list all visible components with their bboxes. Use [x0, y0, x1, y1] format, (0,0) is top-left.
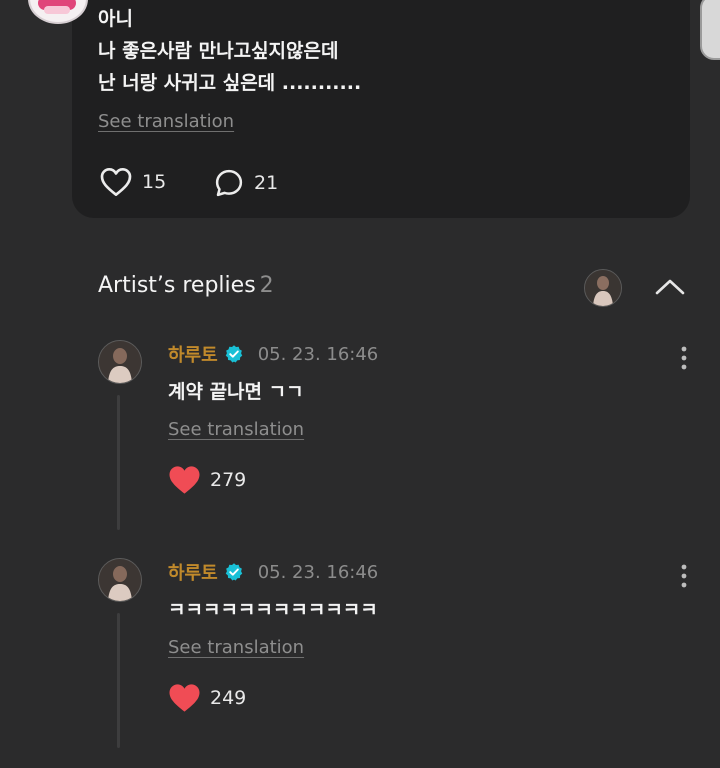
chevron-up-icon — [655, 279, 685, 295]
thread-line — [117, 613, 120, 748]
post-line: 아니 — [98, 8, 133, 30]
more-vertical-icon — [681, 346, 687, 370]
verified-badge-icon — [225, 563, 242, 581]
artist-replies-header: Artist’s replies 2 — [98, 273, 274, 298]
heart-outline-icon — [100, 168, 132, 197]
post-like-count: 15 — [142, 171, 167, 193]
reply-like-count: 249 — [210, 687, 247, 709]
reply-text: 계약 끝나면 ㄱㄱ — [168, 381, 304, 403]
reply-more-button[interactable] — [674, 344, 694, 372]
avatar-graphic-detail — [44, 6, 70, 14]
thread-line — [117, 395, 120, 530]
post-line: 나 좋은사람 만나고싶지않은데 — [98, 40, 339, 62]
reply-author-avatar[interactable] — [98, 558, 142, 602]
reply-see-translation-link[interactable]: See translation — [168, 637, 304, 658]
post-comment-button[interactable]: 21 — [214, 168, 278, 198]
artist-replies-count: 2 — [259, 273, 274, 298]
post-like-button[interactable]: 15 — [100, 167, 166, 197]
comment-bubble-icon — [215, 169, 243, 197]
artist-reply: 하루토 05. 23. 16:46 계약 끝나면 ㄱㄱ See translat… — [0, 340, 720, 550]
verified-badge-icon — [225, 345, 242, 363]
reply-like-count: 279 — [210, 469, 247, 491]
artist-replies-title: Artist’s replies — [98, 273, 256, 298]
reply-author-avatar[interactable] — [98, 340, 142, 384]
post-line: 난 너랑 사귀고 싶은데 ........... — [98, 72, 362, 94]
more-vertical-icon — [681, 564, 687, 588]
avatar-graphic — [99, 341, 141, 383]
reply-see-translation-link[interactable]: See translation — [168, 419, 304, 440]
side-avatar[interactable] — [700, 0, 720, 60]
artist-reply: 하루토 05. 23. 16:46 ㅋㅋㅋㅋㅋㅋㅋㅋㅋㅋㅋㅋ See trans… — [0, 558, 720, 768]
reply-meta: 하루토 05. 23. 16:46 — [168, 559, 378, 585]
post-see-translation-link[interactable]: See translation — [98, 111, 234, 132]
reply-like-button[interactable]: 279 — [168, 465, 246, 495]
reply-like-button[interactable]: 249 — [168, 683, 246, 713]
reply-date: 05. 23. 16:46 — [257, 561, 379, 583]
reply-author-name[interactable]: 하루토 — [168, 341, 218, 367]
post-comment-count: 21 — [254, 172, 279, 194]
reply-author-name[interactable]: 하루토 — [168, 559, 218, 585]
collapse-replies-button[interactable] — [650, 272, 690, 302]
artist-avatar[interactable] — [584, 269, 622, 307]
avatar-graphic — [99, 559, 141, 601]
heart-filled-icon — [169, 466, 200, 494]
reply-date: 05. 23. 16:46 — [257, 343, 379, 365]
artist-avatar-graphic — [585, 270, 621, 306]
reply-meta: 하루토 05. 23. 16:46 — [168, 341, 378, 367]
heart-filled-icon — [169, 684, 200, 712]
reply-text: ㅋㅋㅋㅋㅋㅋㅋㅋㅋㅋㅋㅋ — [168, 599, 378, 621]
reply-more-button[interactable] — [674, 562, 694, 590]
post-body: 아니 나 좋은사람 만나고싶지않은데 난 너랑 사귀고 싶은데 ........… — [98, 3, 361, 99]
